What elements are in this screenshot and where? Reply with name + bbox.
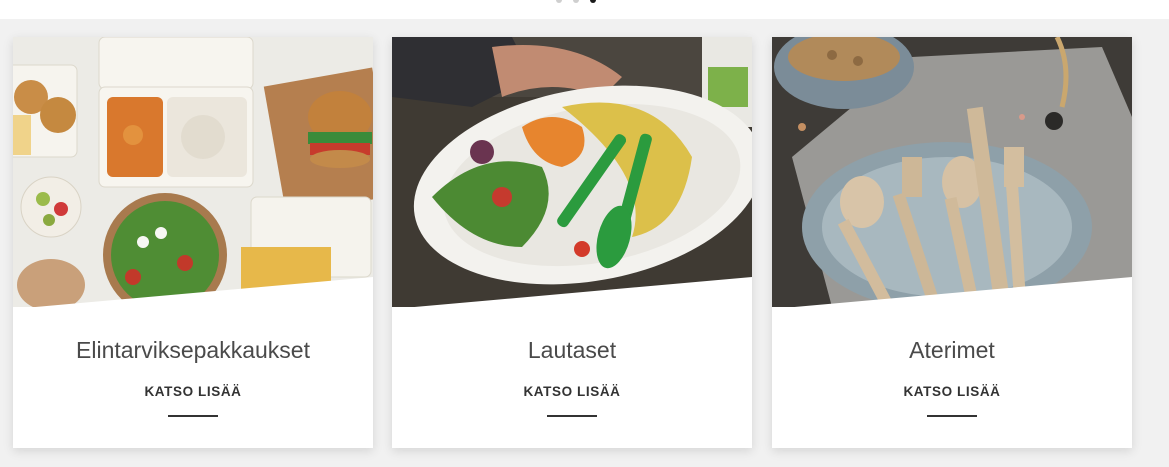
food-packaging-photo[interactable] (13, 37, 373, 307)
card-title: Elintarviksepakkaukset (76, 337, 310, 363)
carousel-dots (556, 0, 596, 3)
card-title: Lautaset (527, 337, 617, 363)
cta-underline (927, 415, 977, 417)
see-more-link[interactable]: KATSO LISÄÄ (392, 384, 752, 399)
carousel-dot-1[interactable] (556, 0, 562, 3)
cta-underline (168, 415, 218, 417)
cutlery-photo[interactable] (772, 37, 1132, 307)
category-card-cutlery[interactable]: Aterimet KATSO LISÄÄ (772, 37, 1132, 448)
category-card-food-packaging[interactable]: Elintarviksepakkaukset KATSO LISÄÄ (13, 37, 373, 448)
card-title: Aterimet (909, 337, 995, 363)
cta-underline (547, 415, 597, 417)
see-more-link[interactable]: KATSO LISÄÄ (772, 384, 1132, 399)
plate-photo[interactable] (392, 37, 752, 307)
category-card-plates[interactable]: Lautaset KATSO LISÄÄ (392, 37, 752, 448)
carousel-dot-2[interactable] (573, 0, 579, 3)
see-more-link[interactable]: KATSO LISÄÄ (13, 384, 373, 399)
carousel-dot-3[interactable] (590, 0, 596, 3)
